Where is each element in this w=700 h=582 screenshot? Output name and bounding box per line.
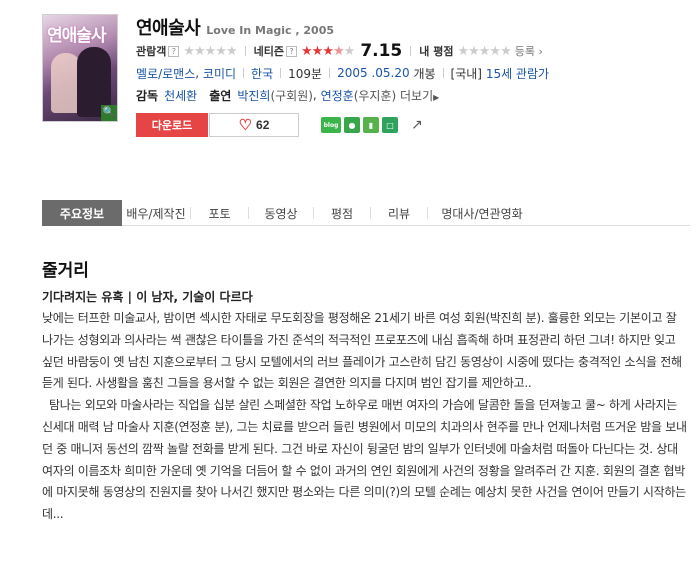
actor-role-1: (구회원)	[270, 88, 313, 103]
more-label[interactable]: 더보기	[400, 89, 433, 103]
meta-row: 멜로/로맨스, 코미디 한국 109분 2005 .05.20 개봉 [국내] …	[136, 62, 700, 84]
share-icon[interactable]: ↗	[411, 117, 423, 133]
caret-right-icon: ▶	[433, 92, 440, 102]
rating-prefix: [국내]	[450, 66, 482, 81]
movie-poster[interactable]: 연애술사 🔍	[42, 14, 118, 122]
movie-subtitle: Love In Magic , 2005	[206, 24, 335, 37]
runtime: 109분	[288, 66, 323, 81]
cafe-share-icon[interactable]: ●	[344, 117, 360, 133]
poster-title: 연애술사	[47, 26, 107, 46]
tab-main-info[interactable]: 주요정보	[42, 200, 122, 226]
tab-photo[interactable]: 포토	[191, 200, 248, 226]
help-icon[interactable]: ?	[286, 45, 298, 57]
divider	[280, 68, 282, 78]
netizen-stars: ★★★★★	[301, 43, 355, 59]
actor-link-1[interactable]: 박진희	[237, 87, 270, 104]
netizen-score: 7.15	[360, 41, 403, 61]
audience-stars: ★★★★★	[183, 43, 237, 59]
tab-cast-crew[interactable]: 배우/제작진	[122, 200, 190, 226]
genre-link-2[interactable]: 코미디	[203, 65, 236, 82]
section-title: 줄거리	[42, 261, 89, 281]
release-date-link[interactable]: 2005 .05.20	[337, 66, 410, 80]
director-label: 감독	[136, 88, 159, 103]
movie-title[interactable]: 연애술사	[136, 14, 201, 40]
memo-share-icon[interactable]: □	[382, 117, 398, 133]
my-rating-stars[interactable]: ★★★★★	[457, 44, 511, 59]
blog-share-icon[interactable]: blog	[321, 117, 341, 133]
tab-quotes-related[interactable]: 명대사/연관영화	[428, 200, 536, 226]
divider	[243, 68, 245, 78]
title-row: 연애술사 Love In Magic , 2005	[136, 14, 700, 40]
tab-video[interactable]: 동영상	[249, 200, 313, 226]
action-row: 다운로드 ♡ 62 blog ● ▮ □ ↗	[136, 112, 700, 138]
tab-reviews[interactable]: 리뷰	[371, 200, 427, 226]
director-link[interactable]: 천세환	[164, 87, 197, 104]
divider	[329, 68, 331, 78]
heart-icon: ♡	[238, 116, 253, 134]
cast-label: 출연	[209, 88, 232, 103]
divider	[442, 68, 444, 78]
rating-row: 관람객 ? ★★★★★ 네티즌 ? ★★★★★ 7.15 내 평점 ★★★★★ …	[136, 40, 700, 62]
divider	[410, 46, 412, 56]
chevron-right-icon: ›	[538, 45, 543, 58]
download-button[interactable]: 다운로드	[136, 113, 208, 137]
register-rating-link[interactable]: 등록 ›	[515, 43, 543, 59]
credit-row: 감독 천세환 출연 박진희 (구회원), 연정훈 (우지훈) 더보기▶	[136, 84, 700, 106]
like-count: 62	[256, 118, 270, 132]
like-button[interactable]: ♡ 62	[209, 113, 299, 137]
genre-sep: ,	[195, 66, 200, 80]
movie-info: 연애술사 Love In Magic , 2005 관람객 ? ★★★★★ 네티…	[136, 14, 700, 138]
age-rating-link[interactable]: 15세 관람가	[486, 65, 549, 82]
tab-ratings[interactable]: 평점	[314, 200, 370, 226]
help-icon[interactable]: ?	[168, 45, 180, 57]
tab-bar: 주요정보 배우/제작진 포토 동영상 평점 리뷰 명대사/연관영화	[42, 200, 690, 226]
synopsis-tagline: 기다려지는 유혹 | 이 남자, 기술이 다르다	[42, 290, 253, 304]
more-cast-link[interactable]: 더보기▶	[400, 87, 439, 104]
actor-link-2[interactable]: 연정훈	[321, 87, 354, 104]
actor-role-2: (우지훈)	[353, 88, 397, 103]
synopsis-section: 줄거리 기다려지는 유혹 | 이 남자, 기술이 다르다 낮에는 터프한 미술교…	[42, 256, 687, 526]
zoom-icon[interactable]: 🔍	[101, 105, 117, 121]
genre-link-1[interactable]: 멜로/로맨스	[136, 65, 195, 82]
divider	[244, 46, 246, 56]
netizen-rating-label: 네티즌	[253, 45, 285, 58]
actor-sep: ,	[312, 88, 317, 102]
my-rating-label: 내 평점	[419, 45, 454, 58]
register-label[interactable]: 등록	[515, 45, 535, 58]
audience-rating-label: 관람객	[136, 45, 167, 58]
release-suffix: 개봉	[413, 66, 436, 81]
share-buttons: blog ● ▮ □ ↗	[321, 117, 423, 133]
synopsis-body: 낮에는 터프한 미술교사, 밤이면 섹시한 자태로 무도회장을 평정해온 21세…	[42, 311, 687, 522]
bookmark-share-icon[interactable]: ▮	[363, 117, 379, 133]
country-link[interactable]: 한국	[251, 65, 273, 82]
